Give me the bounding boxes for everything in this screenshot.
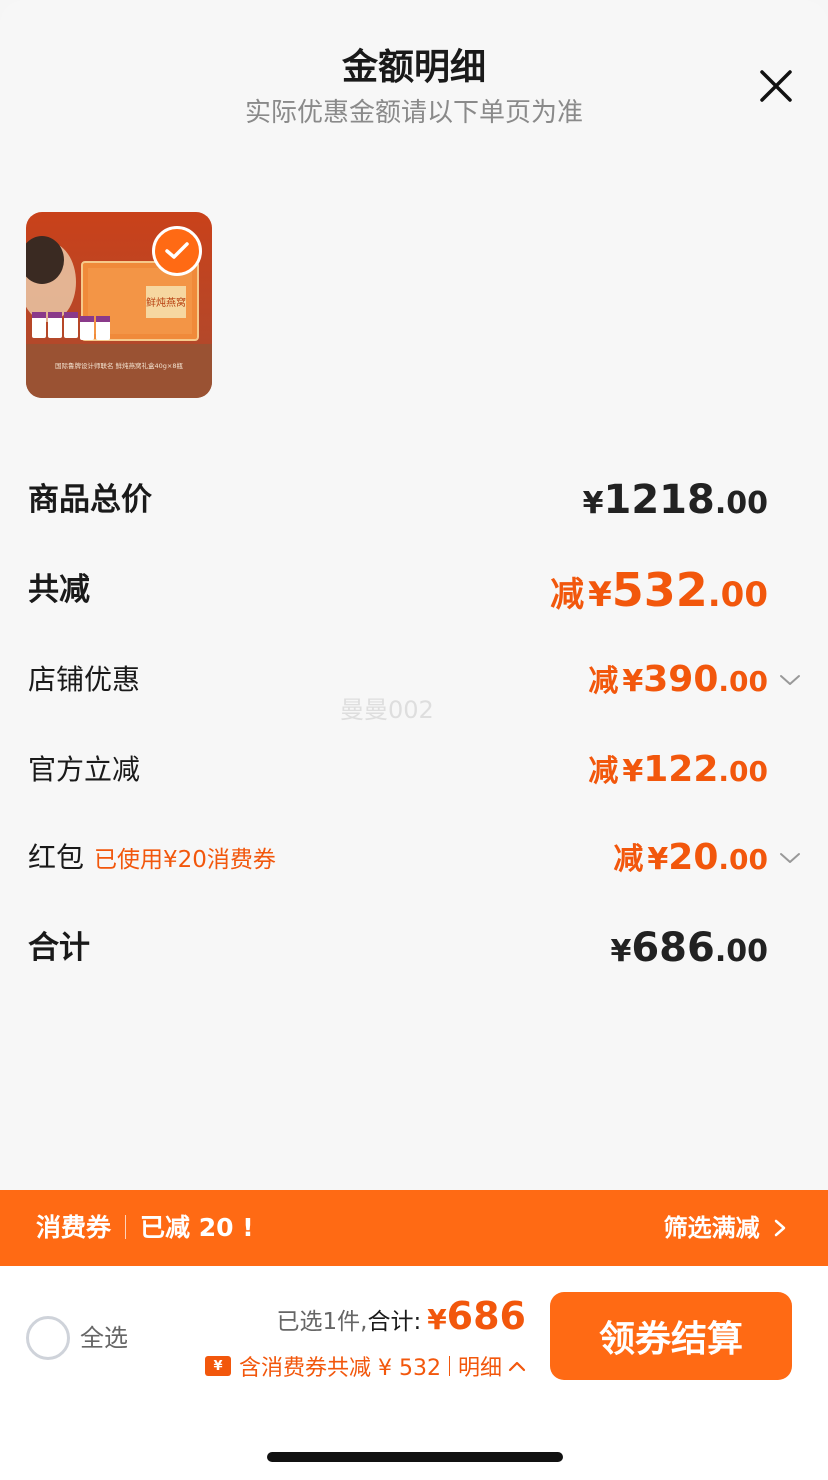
- selected-count: 已选1件,: [276, 1309, 368, 1335]
- amount-currency: ¥: [622, 664, 644, 699]
- row-label: 红包 已使用¥20消费券: [28, 828, 276, 890]
- discount-detail-toggle[interactable]: ¥ 含消费券共减 ¥ 532 明细: [205, 1350, 526, 1382]
- row-label: 店铺优惠: [28, 663, 141, 696]
- total-label: 合计:: [367, 1309, 422, 1335]
- row-red-packet[interactable]: 红包 已使用¥20消费券 减 ¥20.00: [0, 828, 828, 888]
- amount-integer: 390: [643, 659, 719, 700]
- amount-integer: 20: [668, 837, 719, 878]
- row-amount: 减 ¥20.00: [613, 828, 768, 894]
- row-amount: ¥686.00: [610, 918, 768, 986]
- row-label: 商品总价: [28, 482, 152, 518]
- row-amount: 减 ¥122.00: [588, 740, 768, 806]
- row-label: 共减: [28, 572, 90, 608]
- amount-integer: 532: [611, 563, 708, 617]
- watermark: 曼曼002: [340, 696, 434, 724]
- promo-left: 消费券 已减 20 !: [36, 1190, 254, 1266]
- amount-prefix: 减: [588, 754, 619, 789]
- amount-integer: 1218: [603, 477, 715, 523]
- amount-currency: ¥: [582, 486, 604, 521]
- amount-decimal: .00: [718, 755, 768, 788]
- amount-currency: ¥: [610, 934, 632, 969]
- amount-currency: ¥: [588, 575, 612, 615]
- check-icon: [165, 242, 189, 259]
- row-official-discount: 官方立减 减 ¥122.00: [0, 740, 828, 800]
- chevron-down-icon[interactable]: [778, 668, 802, 692]
- row-amount: 减 ¥390.00: [588, 650, 768, 716]
- close-icon[interactable]: [756, 66, 796, 106]
- coupon-used-note: 已使用¥20消费券: [94, 847, 276, 873]
- row-amount: 减 ¥532.00: [550, 560, 768, 631]
- promo-saved-text: 已减 20 !: [140, 1213, 254, 1242]
- page-title: 金额明细: [341, 47, 486, 88]
- amount-currency: ¥: [622, 754, 644, 789]
- coupon-ticket-icon: ¥: [205, 1356, 231, 1376]
- page-subtitle: 实际优惠金额请以下单页为准: [244, 98, 583, 128]
- amount-integer: 122: [643, 749, 719, 790]
- promo-divider: [125, 1215, 127, 1239]
- row-total-discount: 共减 减 ¥532.00: [0, 560, 828, 620]
- checkout-bar: 全选 已选1件,合计: ¥686 ¥ 含消费券共减 ¥ 532 明细 领券结算: [0, 1266, 828, 1480]
- home-indicator: [267, 1452, 563, 1462]
- checkout-summary: 已选1件,合计: ¥686: [276, 1294, 526, 1338]
- product-image-text: 鲜炖燕窝: [146, 296, 186, 309]
- chevron-down-icon[interactable]: [778, 846, 802, 870]
- promo-coupon-label: 消费券: [36, 1213, 112, 1242]
- filter-discount-link[interactable]: 筛选满减: [664, 1190, 788, 1266]
- row-goods-total: 商品总价 ¥1218.00: [0, 470, 828, 530]
- total-currency: ¥: [427, 1303, 447, 1336]
- detail-divider: [448, 1356, 450, 1376]
- checkout-button[interactable]: 领券结算: [550, 1292, 792, 1380]
- discount-summary-text: 含消费券共减 ¥ 532: [239, 1356, 441, 1381]
- select-all-radio[interactable]: [26, 1316, 70, 1360]
- row-label-text: 红包: [28, 841, 85, 874]
- amount-currency: ¥: [647, 842, 669, 877]
- amount-prefix: 减: [588, 664, 619, 699]
- product-caption: 国际鲁牌设计师联名 鲜炖燕窝礼盒40g×8瓶: [55, 361, 184, 370]
- product-selected-check[interactable]: [152, 226, 202, 276]
- amount-decimal: .00: [714, 486, 768, 521]
- amount-detail-sheet: 金额明细 实际优惠金额请以下单页为准 鲜炖燕窝 国际鲁牌设计师联名 鲜炖燕窝礼盒…: [0, 0, 828, 1480]
- row-label: 合计: [28, 930, 90, 966]
- coupon-promo-bar: 消费券 已减 20 ! 筛选满减: [0, 1190, 828, 1266]
- amount-decimal: .00: [718, 843, 768, 876]
- amount-decimal: .00: [718, 665, 768, 698]
- amount-decimal: .00: [714, 934, 768, 969]
- amount-decimal: .00: [707, 575, 768, 615]
- select-all-label[interactable]: 全选: [80, 1318, 128, 1353]
- row-grand-total: 合计 ¥686.00: [0, 918, 828, 978]
- filter-discount-label: 筛选满减: [663, 1214, 760, 1242]
- amount-prefix: 减: [550, 575, 585, 615]
- row-amount: ¥1218.00: [583, 470, 768, 538]
- chevron-up-icon: [508, 1361, 526, 1372]
- amount-prefix: 减: [613, 842, 644, 877]
- amount-integer: 686: [631, 925, 715, 971]
- detail-link[interactable]: 明细: [458, 1350, 502, 1382]
- row-label: 官方立减: [28, 753, 141, 786]
- total-value: 686: [446, 1294, 526, 1338]
- chevron-right-icon: [774, 1219, 786, 1237]
